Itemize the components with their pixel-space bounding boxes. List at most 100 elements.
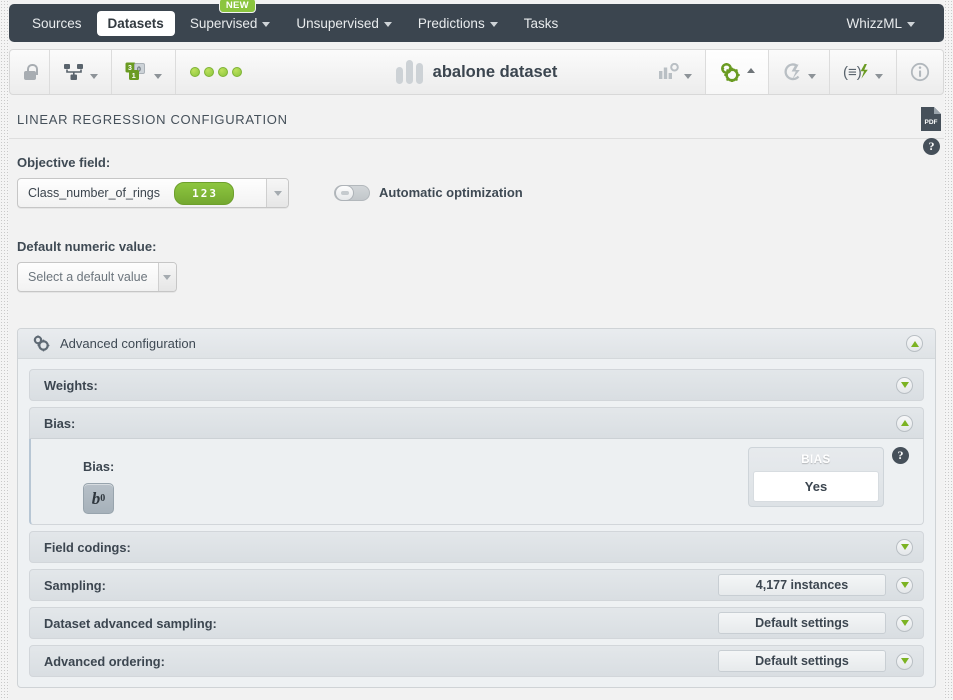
panel-advanced-ordering-value[interactable]: Default settings [718,650,886,672]
nav-item-sources[interactable]: Sources [21,11,93,36]
panel-field-codings: Field codings: [29,531,924,563]
nav-item-unsupervised[interactable]: Unsupervised [285,11,403,36]
status-dot [204,67,214,77]
new-badge: NEW [218,0,256,14]
nav-item-datasets[interactable]: Datasets [96,10,175,36]
default-numeric-value: Select a default value [28,270,148,284]
panel-label: Dataset advanced sampling: [44,615,217,631]
objective-field-select[interactable]: Class_number_of_rings 123 [17,178,289,208]
chevron-down-icon [154,73,162,79]
advanced-configuration-header[interactable]: Advanced configuration [18,329,935,359]
chevron-down-icon [489,21,498,27]
svg-text:(≡): (≡) [843,64,862,81]
panel-sampling: Sampling: 4,177 instances [29,569,924,601]
page-margin-right [944,0,953,700]
gears-icon [32,335,51,352]
dataset-tree-icon [63,63,85,81]
expand-toggle-icon[interactable] [896,652,913,670]
objective-field-group: Objective field: Class_number_of_rings 1… [17,155,322,208]
pdf-icon[interactable]: PDF [920,106,942,132]
panel-advanced-ordering-header[interactable]: Advanced ordering: Default settings [29,645,924,677]
panel-label: Field codings: [44,539,131,555]
batch-prediction-button[interactable]: (≡) [830,50,897,94]
nav-item-whizzml[interactable]: WhizzML [835,11,926,36]
gears-icon [719,62,742,82]
panel-bias-header[interactable]: Bias: [29,407,924,439]
expand-toggle-icon[interactable] [896,614,913,632]
chevron-down-icon [262,21,271,27]
panel-advanced-ordering: Advanced ordering: Default settings [29,645,924,677]
chart-config-button[interactable] [645,50,706,94]
resource-toolbar: 3 0 1 abalone dataset (≡) [9,49,944,95]
panel-weights: Weights: [29,369,924,401]
expand-toggle-icon[interactable] [896,376,913,394]
app-root: Sources Datasets Supervised NEW Unsuperv… [0,0,953,700]
chart-config-icon [658,63,679,81]
panel-label: Bias: [44,415,76,431]
gears-config-button[interactable] [706,50,769,94]
advanced-configuration-title: Advanced configuration [60,336,196,351]
nav-label: Datasets [107,15,164,31]
expand-toggle-icon[interactable] [896,538,913,556]
chevron-down-icon [90,73,98,79]
default-numeric-select[interactable]: Select a default value [17,262,177,292]
nav-label: Tasks [523,15,559,31]
panel-dataset-advanced-sampling-header[interactable]: Dataset advanced sampling: Default setti… [29,607,924,639]
info-icon [910,62,930,82]
panel-label: Weights: [44,377,98,393]
objective-field-value: Class_number_of_rings [28,186,161,200]
panel-sampling-value[interactable]: 4,177 instances [718,574,886,596]
default-numeric-row: Default numeric value: Select a default … [9,208,944,292]
panel-weights-header[interactable]: Weights: [29,369,924,401]
nav-item-predictions[interactable]: Predictions [407,11,509,36]
panel-label: Sampling: [44,577,106,593]
numeric-type-badge: 123 [174,181,234,205]
flash-button[interactable] [769,50,830,94]
nav-label: Unsupervised [296,15,379,31]
nav-label: Predictions [417,15,485,31]
bias-help-button[interactable]: ? [892,447,909,464]
resource-title: abalone dataset [432,62,558,81]
objective-field-label: Objective field: [17,155,111,170]
nav-item-supervised[interactable]: Supervised NEW [179,0,282,36]
bias-toggle-button[interactable]: b0 [83,483,114,514]
field-counts-icon: 3 0 1 [125,62,149,82]
collapse-toggle-icon[interactable] [906,335,923,352]
automatic-optimization-toggle[interactable] [334,184,370,201]
configuration-page: LINEAR REGRESSION CONFIGURATION PDF ? Ob… [9,100,944,700]
expand-toggle-icon[interactable] [896,576,913,594]
field-counts-button[interactable]: 3 0 1 [112,50,176,94]
dataset-tree-button[interactable] [50,50,112,94]
status-dots [176,67,256,77]
page-title: LINEAR REGRESSION CONFIGURATION [9,100,944,139]
info-button[interactable] [897,50,943,94]
chevron-down-icon[interactable] [266,179,288,207]
toggle-knob [335,184,354,201]
status-dot [218,67,228,77]
svg-text:1: 1 [132,71,136,80]
status-dot [232,67,242,77]
nav-item-tasks[interactable]: Tasks [513,11,570,36]
panel-dataset-advanced-sampling-value[interactable]: Default settings [718,612,886,634]
bias-card-value: Yes [753,471,879,502]
resource-toolbar-right: (≡) [645,50,943,94]
panel-field-codings-header[interactable]: Field codings: [29,531,924,563]
chevron-down-icon [808,73,816,79]
panel-sampling-header[interactable]: Sampling: 4,177 instances [29,569,924,601]
chevron-down-icon [684,73,692,79]
nav-items: Sources Datasets Supervised NEW Unsuperv… [9,0,571,42]
flash-icon [782,63,803,81]
panel-dataset-advanced-sampling: Dataset advanced sampling: Default setti… [29,607,924,639]
advanced-panels: Weights: Bias: Bias: b 0 BIAS Yes ? Fiel… [18,359,935,687]
nav-right: WhizzML [833,11,944,36]
chevron-down-icon[interactable] [157,263,176,291]
objective-row: Objective field: Class_number_of_rings 1… [9,139,944,208]
automatic-optimization-group: Automatic optimization [334,155,523,208]
lock-button[interactable] [10,50,50,94]
bias-glyph: b [91,488,101,508]
bias-glyph-subscript: 0 [100,493,106,504]
collapse-toggle-icon[interactable] [896,414,913,432]
panel-label: Advanced ordering: [44,653,165,669]
bias-content: Bias: b0 BIAS Yes ? [31,439,923,514]
bias-card-header: BIAS [801,454,831,466]
